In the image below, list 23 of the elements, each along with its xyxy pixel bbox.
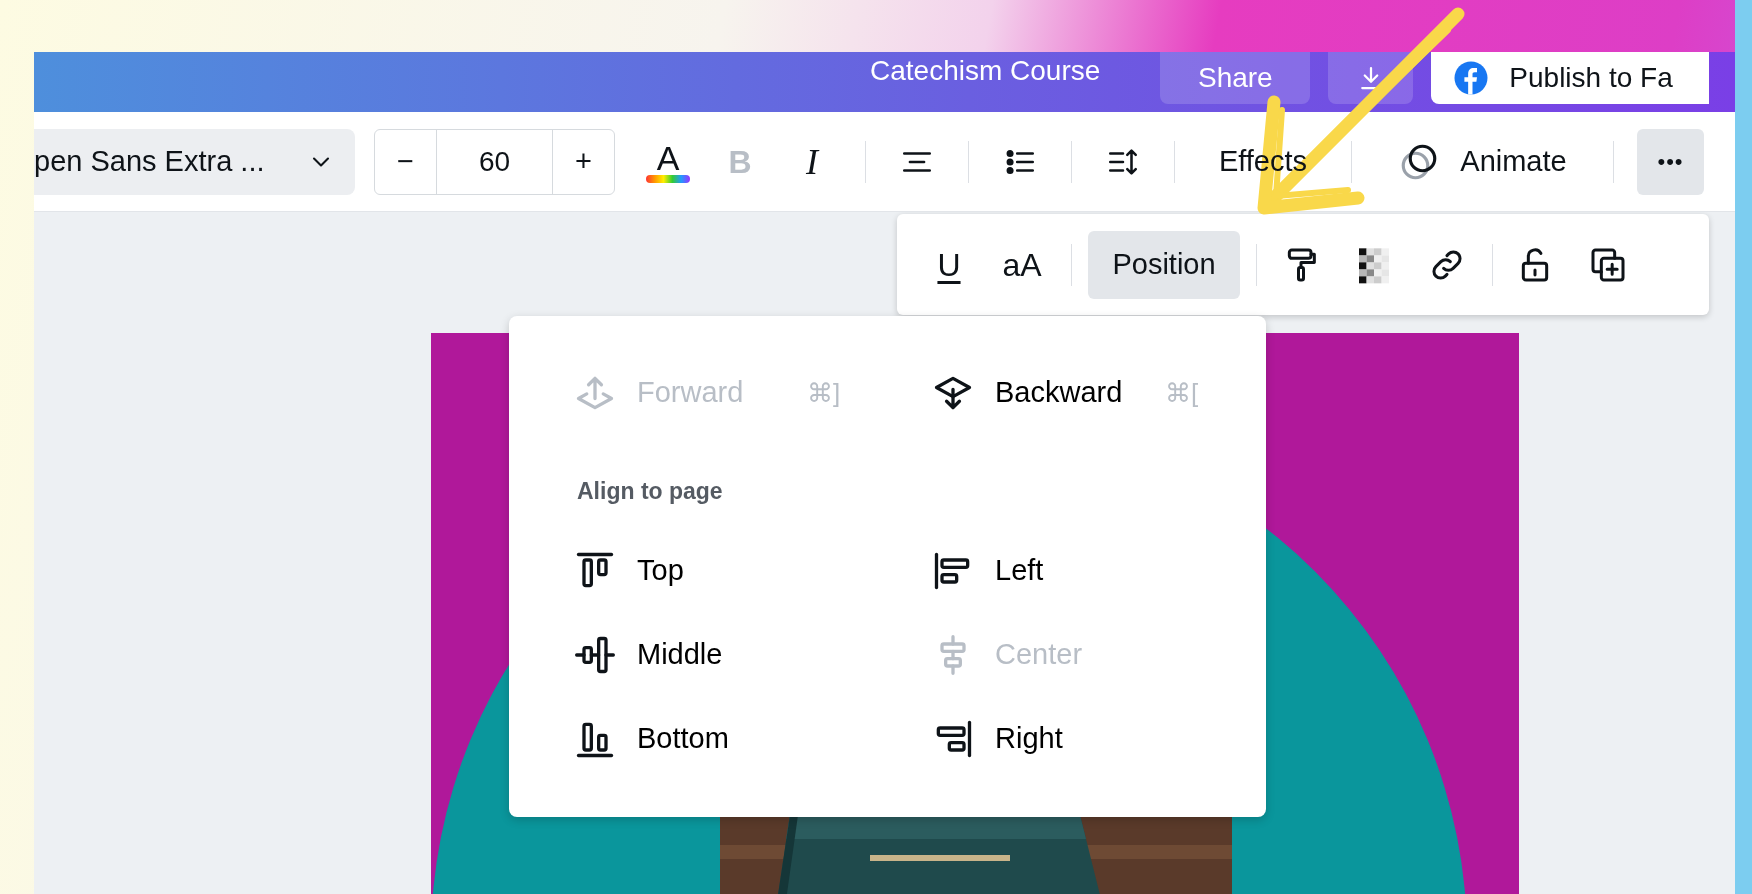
align-top-menu-item[interactable]: Top	[573, 529, 931, 613]
document-title: Catechism Course	[870, 54, 1101, 88]
text-color-button[interactable]: A	[638, 128, 698, 195]
shortcut-text: ⌘[	[1165, 376, 1199, 410]
download-button[interactable]	[1328, 52, 1414, 104]
align-middle-menu-item[interactable]: Middle	[573, 613, 931, 697]
position-button[interactable]: Position	[1088, 230, 1240, 299]
align-left-menu-item[interactable]: Left	[931, 529, 1236, 613]
backward-menu-item[interactable]: Backward ⌘[	[931, 351, 1236, 435]
publish-button[interactable]: Publish to Fa	[1431, 52, 1710, 104]
facebook-icon	[1453, 60, 1490, 96]
font-dropdown[interactable]: pen Sans Extra ...	[34, 128, 355, 195]
more-button[interactable]: •••	[1637, 128, 1704, 195]
align-right-menu-item[interactable]: Right	[931, 697, 1236, 781]
align-bottom-menu-item[interactable]: Bottom	[573, 697, 931, 781]
underline-button[interactable]: U	[919, 231, 979, 298]
letter-case-button[interactable]: aA	[989, 231, 1055, 298]
shortcut-text: ⌘]	[807, 376, 841, 410]
animate-button[interactable]: Animate	[1375, 128, 1590, 195]
section-heading: Align to page	[577, 476, 724, 506]
share-button[interactable]: Share	[1160, 52, 1311, 104]
italic-button[interactable]: I	[782, 128, 842, 195]
increase-button[interactable]: +	[552, 129, 614, 194]
